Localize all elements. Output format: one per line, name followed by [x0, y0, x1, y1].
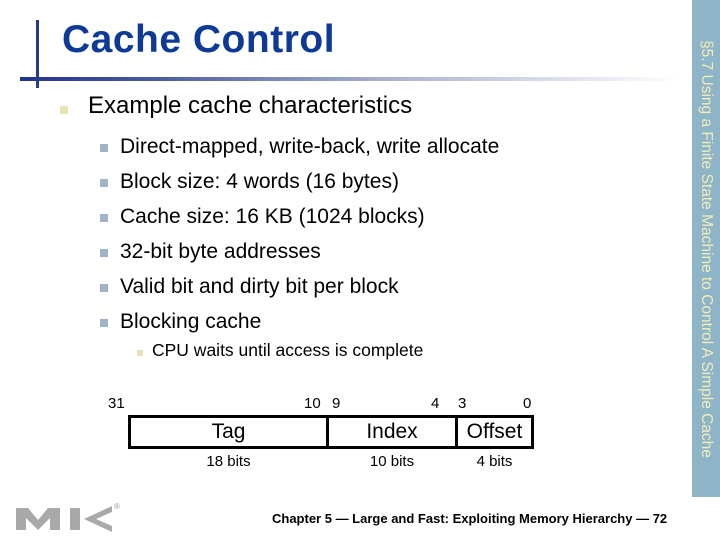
- bullet-square-icon: [100, 179, 108, 187]
- bit-number-0: 0: [523, 395, 532, 412]
- field-tag-label: Tag: [211, 420, 246, 443]
- bit-number-9: 9: [332, 395, 341, 412]
- bullet-sub-item: Block size: 4 words (16 bytes): [120, 170, 399, 193]
- bullet-sub-item: Cache size: 16 KB (1024 blocks): [120, 205, 425, 228]
- bullet-sub-item: Blocking cache: [120, 310, 262, 333]
- bullet-square-icon: [60, 106, 68, 114]
- section-label: §5.7 Using a Finite State Machine to Con…: [692, 0, 720, 497]
- bit-number-4: 4: [431, 395, 440, 412]
- bit-number-3: 3: [458, 395, 467, 412]
- slide-title: Cache Control: [62, 18, 336, 61]
- mk-logo-icon: ®: [14, 500, 124, 536]
- bullet-main: Example cache characteristics: [88, 92, 413, 119]
- field-tag: Tag: [128, 415, 329, 449]
- field-offset-size: 4 bits: [476, 453, 513, 470]
- field-tag-size: 18 bits: [206, 453, 251, 470]
- bullet-square-icon: [100, 144, 108, 152]
- section-label-text: §5.7 Using a Finite State Machine to Con…: [698, 39, 715, 458]
- bullet-sub-item: Direct-mapped, write-back, write allocat…: [120, 135, 500, 158]
- registered-mark: ®: [114, 502, 120, 511]
- bullet-square-icon: [100, 249, 108, 257]
- field-index-size: 10 bits: [369, 453, 415, 470]
- field-index: Index: [326, 415, 458, 449]
- field-offset-label: Offset: [466, 420, 523, 443]
- bullet-square-icon: [100, 319, 108, 327]
- bit-number-31: 31: [108, 395, 125, 412]
- slide-footer: Chapter 5 — Large and Fast: Exploiting M…: [272, 511, 668, 526]
- bit-number-10: 10: [304, 395, 321, 412]
- bullet-sub-item: Valid bit and dirty bit per block: [120, 275, 399, 298]
- bullet-square-icon: [137, 350, 143, 356]
- publisher-logo: ®: [14, 500, 124, 541]
- bullet-subsub-item: CPU waits until access is complete: [152, 340, 424, 360]
- field-offset: Offset: [455, 415, 534, 449]
- field-index-label: Index: [366, 420, 418, 443]
- bullet-square-icon: [100, 214, 108, 222]
- title-underline-gradient: [20, 77, 680, 81]
- bullet-square-icon: [100, 284, 108, 292]
- bullet-sub-item: 32-bit byte addresses: [120, 240, 321, 263]
